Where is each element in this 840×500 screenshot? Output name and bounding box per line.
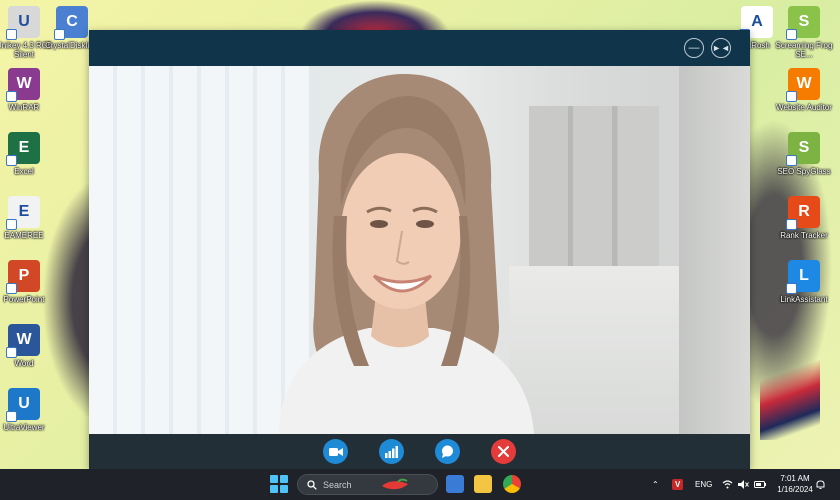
- desktop-icon-label: PowerPoint: [3, 295, 45, 304]
- desktop-icon-seo-spyglass[interactable]: S SEO SpyGlass: [774, 132, 834, 176]
- wifi-icon[interactable]: [722, 469, 733, 500]
- desktop-icon-ultraviewer[interactable]: U UltraViewer: [0, 388, 54, 432]
- desktop-icon-label: Website Auditor: [776, 103, 832, 112]
- crystaldisk-icon: C: [54, 6, 88, 40]
- end-call-button[interactable]: [491, 439, 516, 464]
- desktop-icon-label: WinRAR: [8, 103, 40, 112]
- clock-date: 1/16/2024: [777, 485, 813, 494]
- video-camera-button[interactable]: [323, 439, 348, 464]
- tray-overflow-button[interactable]: ⌃: [652, 469, 659, 500]
- video-call-window: — ►◄: [89, 30, 750, 469]
- ultraviewer-icon: U: [6, 388, 40, 422]
- chat-bubble-icon: [442, 445, 453, 458]
- language-indicator[interactable]: ENG: [695, 469, 712, 500]
- taskbar: Search ⌃ V ENG 7:01 AM 1/16/2024: [0, 469, 840, 500]
- linkassistant-icon: L: [786, 260, 820, 294]
- speaker-muted-icon[interactable]: [738, 469, 749, 500]
- search-label: Search: [323, 479, 352, 490]
- desktop-icon-label: SEO SpyGlass: [777, 167, 831, 176]
- wallpaper-art-top: [300, 0, 450, 34]
- remote-video-feed: [89, 66, 750, 434]
- shrink-icon: ►◄: [712, 42, 730, 53]
- desktop-icon-website-auditor[interactable]: W Website Auditor: [774, 68, 834, 112]
- winrar-icon: W: [6, 68, 40, 102]
- minimize-icon: —: [688, 41, 700, 54]
- website-auditor-icon: W: [786, 68, 820, 102]
- close-icon: [498, 446, 509, 457]
- excel-icon: E: [6, 132, 40, 166]
- start-button[interactable]: [270, 475, 288, 493]
- desktop-icon-label: Screaming Frog SE...: [775, 41, 833, 59]
- unikey-icon: U: [6, 6, 40, 40]
- file-explorer-icon[interactable]: [474, 475, 492, 493]
- tray-app-icon[interactable]: V: [672, 469, 684, 500]
- desktop-icon-label: EAMEREE: [4, 231, 44, 240]
- desktop-icon-word[interactable]: W Word: [0, 324, 54, 368]
- screaming-frog-icon: S: [786, 6, 820, 40]
- desktop-icon-winrar[interactable]: W WinRAR: [0, 68, 54, 112]
- notification-bell-icon[interactable]: [816, 469, 825, 500]
- v-app-icon: V: [672, 479, 684, 490]
- desktop-icon-document[interactable]: E EAMEREE: [0, 196, 54, 240]
- chat-button[interactable]: [435, 439, 460, 464]
- desktop-icon-label: UltraViewer: [3, 423, 45, 432]
- system-clock[interactable]: 7:01 AM 1/16/2024: [770, 473, 820, 495]
- shrink-button[interactable]: ►◄: [711, 38, 731, 58]
- wallpaper-art-red: [760, 360, 820, 440]
- battery-icon[interactable]: [754, 469, 766, 500]
- seo-spyglass-icon: S: [786, 132, 820, 166]
- desktop-icon-label: Excel: [14, 167, 34, 176]
- taskbar-search-box[interactable]: Search: [297, 474, 438, 495]
- chrome-icon[interactable]: [503, 475, 521, 493]
- call-control-bar: [89, 434, 750, 469]
- signal-bars-icon: [385, 445, 398, 458]
- word-icon: W: [6, 324, 40, 358]
- signal-stats-button[interactable]: [379, 439, 404, 464]
- desktop-icon-excel[interactable]: E Excel: [0, 132, 54, 176]
- desktop-icon-linkassistant[interactable]: L LinkAssistant: [774, 260, 834, 304]
- desktop-icon-rank-tracker[interactable]: R Rank Tracker: [774, 196, 834, 240]
- desktop-icon-label: Rank Tracker: [780, 231, 828, 240]
- window-titlebar[interactable]: — ►◄: [89, 30, 750, 66]
- desktop-icon-label: Word: [14, 359, 34, 368]
- powerpoint-icon: P: [6, 260, 40, 294]
- clock-time: 7:01 AM: [780, 474, 810, 483]
- chili-pepper-icon: [381, 478, 408, 489]
- desktop-icon-label: LinkAssistant: [780, 295, 828, 304]
- minimize-button[interactable]: —: [684, 38, 704, 58]
- document-icon: E: [6, 196, 40, 230]
- video-camera-icon: [328, 447, 343, 456]
- chevron-up-icon: ⌃: [652, 480, 659, 489]
- windows-logo-icon: [270, 475, 278, 483]
- desktop-icon-screaming-frog[interactable]: S Screaming Frog SE...: [774, 6, 834, 59]
- rank-tracker-icon: R: [786, 196, 820, 230]
- search-icon: [307, 479, 317, 490]
- desktop-icon-powerpoint[interactable]: P PowerPoint: [0, 260, 54, 304]
- microsoft-store-icon[interactable]: [446, 475, 464, 493]
